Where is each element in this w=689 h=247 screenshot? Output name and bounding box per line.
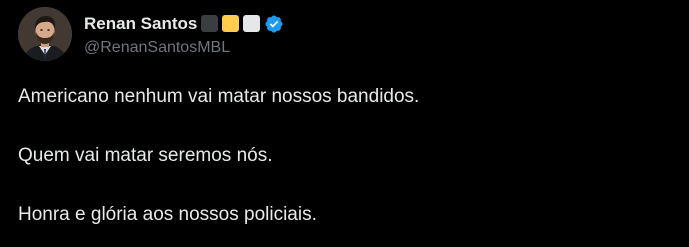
tweet-line: Honra e glória aos nossos policiais. (18, 204, 317, 225)
avatar[interactable] (18, 7, 72, 61)
yellow-square-emoji-icon (222, 15, 240, 32)
tweet-line: Americano nenhum vai matar nossos bandid… (18, 86, 420, 107)
display-name[interactable]: Renan Santos (84, 14, 197, 34)
author-identity: Renan Santos @RenanSantosMBL (84, 12, 284, 57)
profile-photo-icon (18, 7, 72, 61)
verified-badge-icon (265, 14, 283, 33)
name-row: Renan Santos (84, 12, 284, 36)
white-square-emoji-icon (243, 15, 261, 32)
dark-square-emoji-icon (201, 15, 219, 32)
tweet-line: Quem vai matar seremos nós. (18, 145, 273, 166)
author-handle[interactable]: @RenanSantosMBL (84, 39, 284, 57)
tweet-text: Americano nenhum vai matar nossos bandid… (18, 84, 677, 228)
tweet-header: Renan Santos @RenanSantosMBL (18, 6, 284, 62)
